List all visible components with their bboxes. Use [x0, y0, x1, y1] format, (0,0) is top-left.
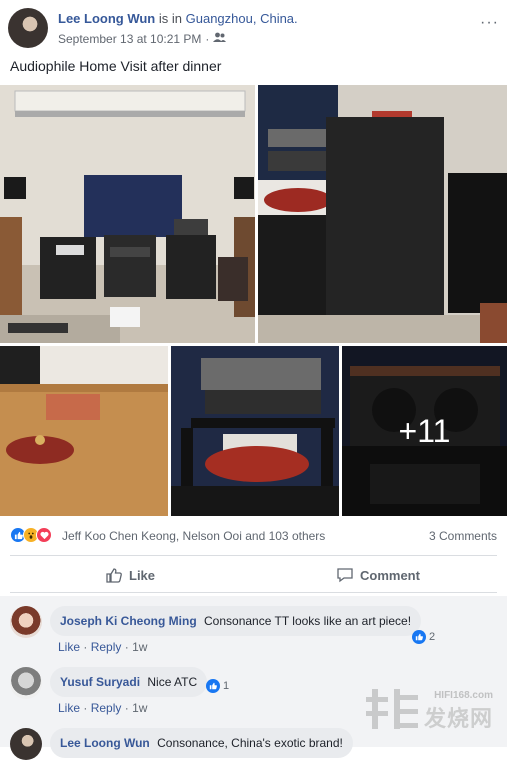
more-photos-overlay[interactable]: +11: [342, 346, 507, 516]
like-icon: [206, 679, 220, 693]
divider-bottom: [10, 592, 497, 593]
watermark-chinese: 发烧网: [423, 706, 493, 731]
love-icon: [36, 527, 52, 543]
comment-reply-link[interactable]: Reply: [91, 640, 122, 654]
reaction-names[interactable]: Jeff Koo Chen Keong, Nelson Ooi and 103 …: [62, 529, 325, 543]
comment-actions: Like · Reply · 1w: [58, 701, 147, 715]
dot-separator: ·: [124, 640, 129, 654]
dot-separator: ·: [124, 701, 129, 715]
commenter-name[interactable]: Joseph Ki Cheong Ming: [60, 614, 197, 628]
meta-separator: ·: [205, 32, 210, 46]
author-name[interactable]: Lee Loong Wun: [58, 11, 155, 26]
comment-label: Comment: [360, 567, 420, 583]
photo-3[interactable]: [0, 346, 168, 516]
is-in-text: is in: [158, 11, 182, 26]
comments-section: Joseph Ki Cheong Ming Consonance TT look…: [0, 596, 507, 760]
comment-like-link[interactable]: Like: [58, 640, 80, 654]
watermark-logo: [365, 685, 420, 733]
comment-text: Consonance TT looks like an art piece!: [204, 614, 412, 628]
site-watermark: HIFI168.com 发烧网: [365, 685, 493, 733]
comment-time[interactable]: 1w: [132, 701, 147, 715]
like-label: Like: [129, 567, 156, 583]
photo-1[interactable]: [0, 85, 255, 343]
more-options-icon[interactable]: ···: [480, 14, 499, 32]
reactions-summary: Jeff Koo Chen Keong, Nelson Ooi and 103 …: [10, 527, 497, 545]
comment-bubble-icon: [337, 568, 353, 583]
comment-bubble: Yusuf Suryadi Nice ATC: [50, 667, 208, 697]
watermark-text: HIFI168.com 发烧网: [424, 690, 493, 733]
comment-bubble: Lee Loong Wun Consonance, China's exotic…: [50, 728, 353, 758]
comment-reaction[interactable]: 1: [206, 679, 229, 693]
thumbs-up-icon: [106, 568, 122, 583]
comment-reaction-count: 1: [223, 680, 230, 692]
comment-time[interactable]: 1w: [132, 640, 147, 654]
like-button[interactable]: Like: [105, 558, 155, 592]
dot-separator: ·: [83, 701, 88, 715]
post-text: Audiophile Home Visit after dinner: [10, 58, 222, 74]
photo-4[interactable]: [171, 346, 339, 516]
reaction-icons[interactable]: [10, 527, 52, 543]
location-link[interactable]: Guangzhou, China.: [186, 11, 298, 26]
commenter-name[interactable]: Yusuf Suryadi: [60, 675, 140, 689]
comment-like-link[interactable]: Like: [58, 701, 80, 715]
photo-2[interactable]: [258, 85, 507, 343]
friends-icon[interactable]: [213, 32, 227, 46]
photo-grid: +11: [0, 85, 507, 516]
watermark-url: HIFI168.com: [434, 690, 493, 701]
commenter-name[interactable]: Lee Loong Wun: [60, 736, 150, 750]
author-avatar[interactable]: [8, 8, 48, 48]
comment-bubble: Joseph Ki Cheong Ming Consonance TT look…: [50, 606, 422, 636]
photo-5[interactable]: +11: [342, 346, 507, 516]
commenter-avatar[interactable]: [10, 606, 42, 638]
comment-reply-link[interactable]: Reply: [91, 701, 122, 715]
commenter-avatar[interactable]: [10, 728, 42, 760]
divider-top: [10, 555, 497, 556]
post-timestamp[interactable]: September 13 at 10:21 PM: [58, 32, 201, 46]
comment-text: Consonance, China's exotic brand!: [157, 736, 343, 750]
action-bar: Like Comment: [10, 558, 497, 592]
commenter-avatar[interactable]: [10, 667, 42, 699]
like-icon: [412, 630, 426, 644]
comment-text: Nice ATC: [147, 675, 198, 689]
comment-reaction-count: 2: [429, 631, 436, 643]
post-meta: September 13 at 10:21 PM ·: [58, 32, 227, 46]
comment-button[interactable]: Comment: [336, 558, 420, 592]
comment-reaction[interactable]: 2: [412, 630, 435, 644]
author-line: Lee Loong Wun is in Guangzhou, China.: [58, 11, 298, 26]
comments-count[interactable]: 3 Comments: [429, 529, 497, 543]
dot-separator: ·: [83, 640, 88, 654]
comment-actions: Like · Reply · 1w: [58, 640, 147, 654]
post-header: Lee Loong Wun is in Guangzhou, China. Se…: [8, 8, 499, 48]
